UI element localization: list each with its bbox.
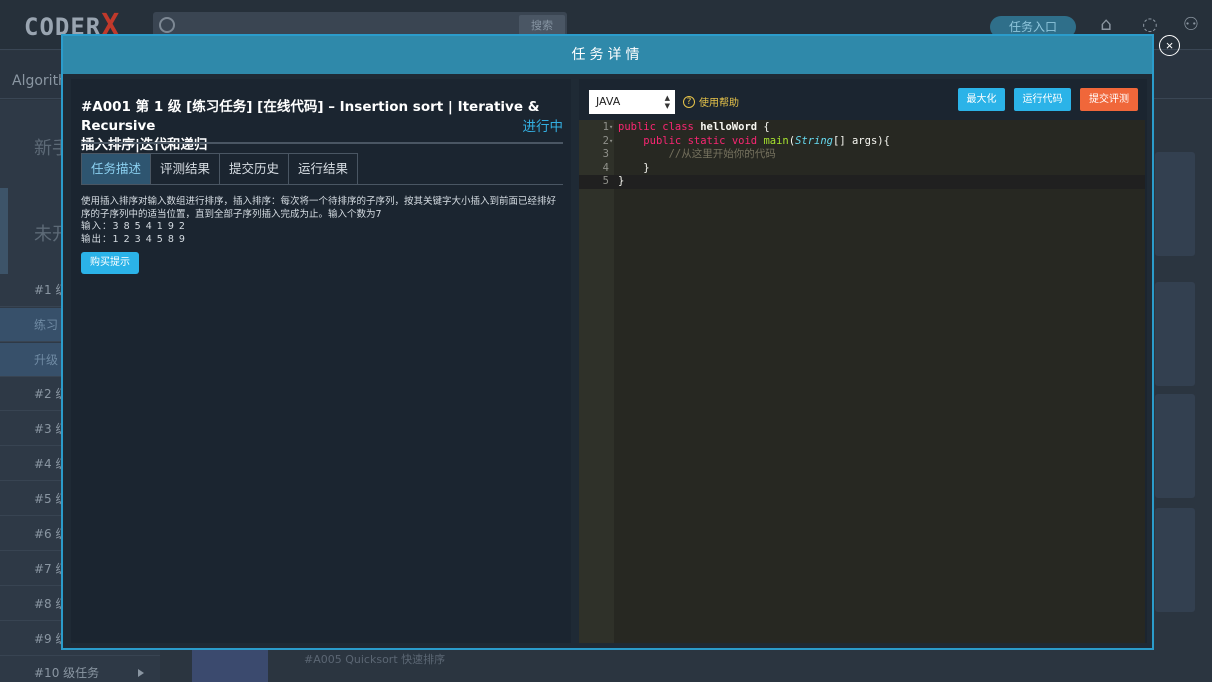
sidebar-item[interactable]: #10 级任务 bbox=[0, 656, 160, 682]
task-thumbnail bbox=[192, 650, 268, 682]
code-line[interactable]: 3 //从这里开始你的代码 bbox=[579, 148, 1145, 162]
code-line[interactable]: 1 ▾ public class helloWord { bbox=[579, 121, 1145, 135]
modal-title: 任务详情 bbox=[63, 36, 1152, 74]
code-editor[interactable]: 1 ▾ public class helloWord { 2 ▾ public … bbox=[579, 120, 1145, 643]
tab-run-result[interactable]: 运行结果 bbox=[288, 153, 359, 185]
divider bbox=[81, 184, 563, 185]
tab-judge-result[interactable]: 评测结果 bbox=[150, 153, 221, 185]
code-line[interactable]: 2 ▾ public static void main(String[] arg… bbox=[579, 135, 1145, 149]
home-icon[interactable]: ⌂ bbox=[1095, 14, 1117, 36]
line-number: 1 bbox=[602, 121, 609, 133]
maximize-button[interactable]: 最大化 bbox=[958, 88, 1005, 111]
fold-arrow-icon[interactable]: ▾ bbox=[609, 121, 613, 135]
help-label: 使用帮助 bbox=[699, 98, 739, 109]
submit-judge-button[interactable]: 提交评测 bbox=[1080, 88, 1138, 111]
divider bbox=[81, 142, 563, 144]
task-info-pane: #A001 第 1 级 [练习任务] [在线代码] – Insertion so… bbox=[71, 79, 571, 643]
help-link[interactable]: ? 使用帮助 bbox=[683, 94, 739, 109]
line-number: 2 bbox=[602, 134, 609, 147]
task-tabs: 任务描述 评测结果 提交历史 运行结果 bbox=[81, 153, 359, 185]
help-icon: ? bbox=[683, 95, 695, 108]
tab-description[interactable]: 任务描述 bbox=[81, 153, 152, 185]
line-number: 4 bbox=[602, 161, 609, 174]
language-select-value: JAVA bbox=[596, 95, 621, 108]
run-code-button[interactable]: 运行代码 bbox=[1014, 88, 1071, 111]
task-title-line1: #A001 第 1 级 [练习任务] [在线代码] – Insertion so… bbox=[81, 99, 540, 134]
bg-card bbox=[1155, 394, 1195, 498]
buy-hint-button[interactable]: 购买提示 bbox=[81, 252, 139, 274]
task-detail-modal: 任务详情 #A001 第 1 级 [练习任务] [在线代码] – Inserti… bbox=[61, 34, 1154, 650]
search-icon bbox=[159, 17, 175, 33]
code-line[interactable]: 4 } bbox=[579, 162, 1145, 176]
task-status-badge: 进行中 bbox=[522, 119, 564, 135]
code-line-active[interactable]: 5 } bbox=[579, 175, 1145, 189]
tab-submission-history[interactable]: 提交历史 bbox=[219, 153, 290, 185]
code-pane: JAVA ▲ ▼ ? 使用帮助 最大化 运行代码 提交评测 1 ▾ public … bbox=[579, 79, 1147, 643]
nav-item-algorithm[interactable]: Algorith bbox=[12, 73, 67, 89]
editor-gutter bbox=[579, 120, 614, 643]
fold-arrow-icon[interactable]: ▾ bbox=[609, 135, 613, 149]
close-icon[interactable]: × bbox=[1159, 35, 1180, 56]
line-number: 3 bbox=[602, 148, 609, 161]
task-description: 使用插入排序对输入数组进行排序，插入排序：每次将一个待排序的子序列，按其关键字大… bbox=[81, 196, 563, 246]
user-icon[interactable]: ⚇ bbox=[1180, 14, 1202, 36]
bg-card bbox=[1155, 508, 1195, 612]
chevron-right-icon bbox=[138, 669, 144, 677]
description-text: 使用插入排序对输入数组进行排序，插入排序：每次将一个待排序的子序列，按其关键字大… bbox=[81, 196, 557, 220]
description-output: 输出：1 2 3 4 5 8 9 bbox=[81, 233, 186, 245]
description-input: 输入：3 8 5 4 1 9 2 bbox=[81, 221, 186, 232]
bg-card bbox=[1155, 152, 1195, 256]
bg-card bbox=[1155, 282, 1195, 386]
select-arrows-icon: ▲ ▼ bbox=[664, 94, 670, 110]
language-select[interactable]: JAVA ▲ ▼ bbox=[589, 90, 675, 114]
bg-task-title[interactable]: #A005 Quicksort 快速排序 bbox=[304, 651, 445, 667]
task-title: #A001 第 1 级 [练习任务] [在线代码] – Insertion so… bbox=[81, 98, 551, 155]
line-number: 5 bbox=[602, 175, 609, 188]
bell-icon[interactable]: ◌ bbox=[1139, 14, 1161, 36]
